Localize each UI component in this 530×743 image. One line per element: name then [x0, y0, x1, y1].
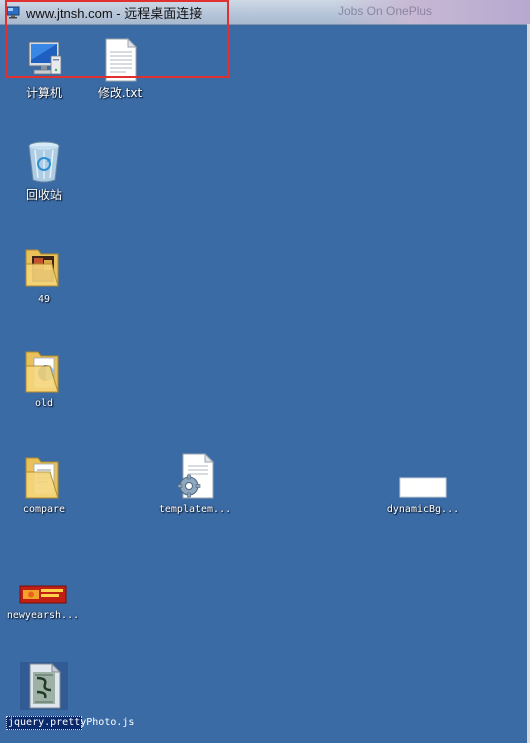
text-file-icon	[96, 36, 144, 84]
desktop-icon-label: old	[34, 398, 54, 409]
recycle-bin-icon	[20, 138, 68, 186]
desktop-icon-folder-compare[interactable]: compare	[4, 452, 84, 516]
desktop-icon-templatem[interactable]: templatem...	[155, 452, 235, 516]
desktop-icon-label: dynamicBg...	[386, 504, 460, 515]
script-file-icon	[20, 662, 68, 710]
desktop-icon-recycle-bin[interactable]: 回收站	[4, 138, 84, 202]
desktop-icon-label: 修改.txt	[97, 86, 143, 100]
background-window-title-text: Jobs On OnePlus	[338, 4, 433, 18]
folder-icon	[20, 346, 68, 394]
computer-icon	[20, 36, 68, 84]
desktop-icon-label: newyearsh...	[6, 610, 80, 621]
image-file-icon	[399, 452, 447, 500]
desktop-icon-newyearsh[interactable]: newyearsh...	[3, 558, 83, 622]
window-titlebar[interactable]: Jobs On OnePlus www.jtnsh.com - 远程桌面连接	[0, 0, 530, 25]
desktop-icon-label: jquery.prettyPhoto.js	[6, 716, 135, 730]
folder-icon	[20, 452, 68, 500]
settings-file-icon	[171, 452, 219, 500]
folder-icon	[20, 242, 68, 290]
desktop-icon-folder-49[interactable]: 49	[4, 242, 84, 306]
desktop-icon-label: compare	[22, 504, 66, 515]
window-title: www.jtnsh.com - 远程桌面连接	[26, 6, 203, 21]
desktop-icon-label: templatem...	[158, 504, 232, 515]
desktop-icon-txt-file[interactable]: 修改.txt	[80, 36, 160, 100]
desktop-icon-label: 回收站	[25, 188, 62, 202]
banner-image-icon	[19, 558, 67, 606]
desktop-icon-folder-old[interactable]: old	[4, 346, 84, 410]
remote-desktop-icon	[6, 4, 20, 19]
desktop-icon-dynamicbg[interactable]: dynamicBg...	[383, 452, 463, 516]
desktop-icon-jquery-prettyphoto[interactable]: jquery.prettyPhoto.js	[4, 662, 135, 730]
desktop-icon-computer[interactable]: 计算机	[4, 36, 84, 100]
desktop-icon-label: 计算机	[25, 86, 62, 100]
desktop-icon-label: 49	[37, 294, 51, 305]
